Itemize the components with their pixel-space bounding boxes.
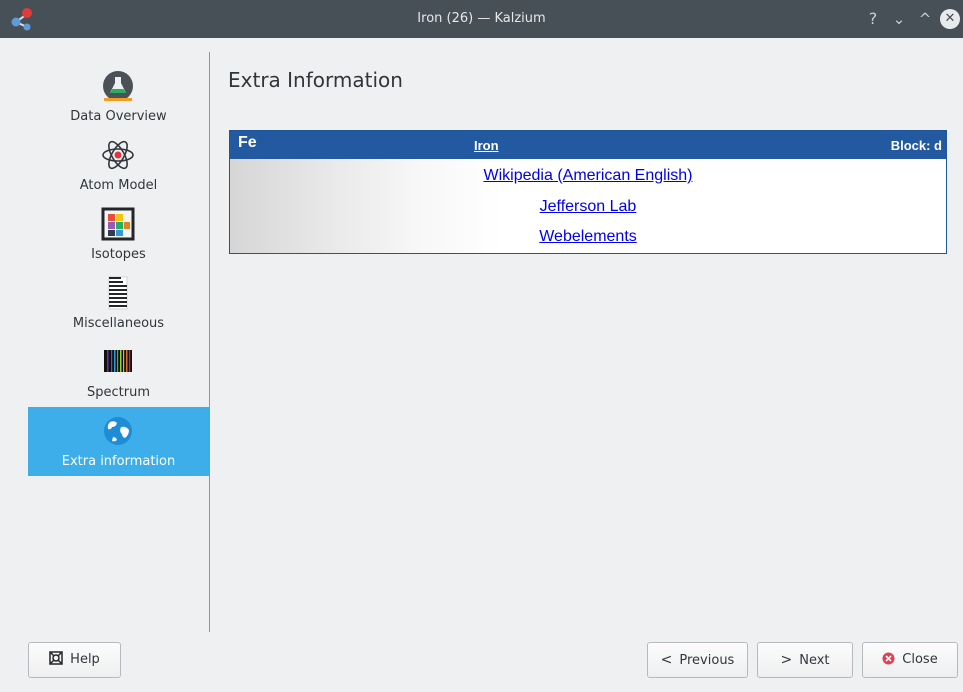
isotopes-icon	[101, 207, 135, 241]
close-window-button[interactable]: ✕	[940, 9, 960, 29]
page-title: Extra Information	[228, 68, 403, 92]
sidebar-item-label: Extra information	[61, 454, 176, 469]
maximize-button[interactable]: ^	[915, 9, 935, 29]
previous-label: Previous	[679, 653, 735, 668]
close-icon	[882, 652, 895, 665]
element-name-link[interactable]: Iron	[474, 138, 499, 153]
previous-button[interactable]: < Previous	[647, 642, 748, 678]
next-label: Next	[799, 653, 830, 668]
close-button[interactable]: Close	[862, 642, 958, 678]
miscellaneous-icon	[108, 276, 128, 310]
sidebar-item-atom-model[interactable]: Atom Model	[28, 131, 209, 200]
spectrum-icon	[104, 350, 132, 372]
sidebar-item-label: Data Overview	[70, 109, 167, 124]
sidebar-item-label: Miscellaneous	[72, 316, 165, 331]
chevron-left-icon: <	[660, 652, 673, 668]
webelements-link[interactable]: Webelements	[230, 228, 946, 246]
sidebar-item-extra-information[interactable]: Extra information	[28, 407, 209, 476]
help-label: Help	[70, 652, 100, 667]
help-icon	[49, 651, 63, 665]
links-body: Wikipedia (American English) Jefferson L…	[230, 159, 946, 253]
sidebar-item-data-overview[interactable]: Data Overview	[28, 62, 209, 131]
page-sidebar: Data Overview Atom Model Isotopes Miscel…	[28, 52, 210, 632]
chevron-right-icon: >	[780, 652, 793, 668]
minimize-button[interactable]: ⌄	[889, 9, 909, 29]
sidebar-item-spectrum[interactable]: Spectrum	[28, 338, 209, 407]
sidebar-item-label: Isotopes	[91, 247, 146, 262]
next-button[interactable]: > Next	[757, 642, 853, 678]
window-title: Iron (26) — Kalzium	[417, 11, 546, 26]
context-help-button[interactable]: ?	[863, 9, 883, 29]
element-block: Block: d	[890, 138, 942, 153]
wikipedia-link[interactable]: Wikipedia (American English)	[230, 167, 946, 185]
title-bar: Iron (26) — Kalzium ? ⌄ ^ ✕	[0, 0, 963, 38]
sidebar-item-label: Spectrum	[87, 385, 150, 400]
element-symbol: Fe	[238, 134, 257, 151]
element-header: Fe Iron Block: d	[230, 131, 946, 159]
globe-icon	[104, 417, 132, 445]
sidebar-item-label: Atom Model	[79, 178, 158, 193]
help-button[interactable]: Help	[28, 642, 121, 678]
close-label: Close	[902, 652, 938, 667]
flask-icon	[103, 71, 133, 101]
sidebar-item-isotopes[interactable]: Isotopes	[28, 200, 209, 269]
jefferson-lab-link[interactable]: Jefferson Lab	[230, 198, 946, 216]
sidebar-item-miscellaneous[interactable]: Miscellaneous	[28, 269, 209, 338]
element-info-table: Fe Iron Block: d Wikipedia (American Eng…	[229, 130, 947, 254]
atom-icon	[102, 140, 134, 170]
